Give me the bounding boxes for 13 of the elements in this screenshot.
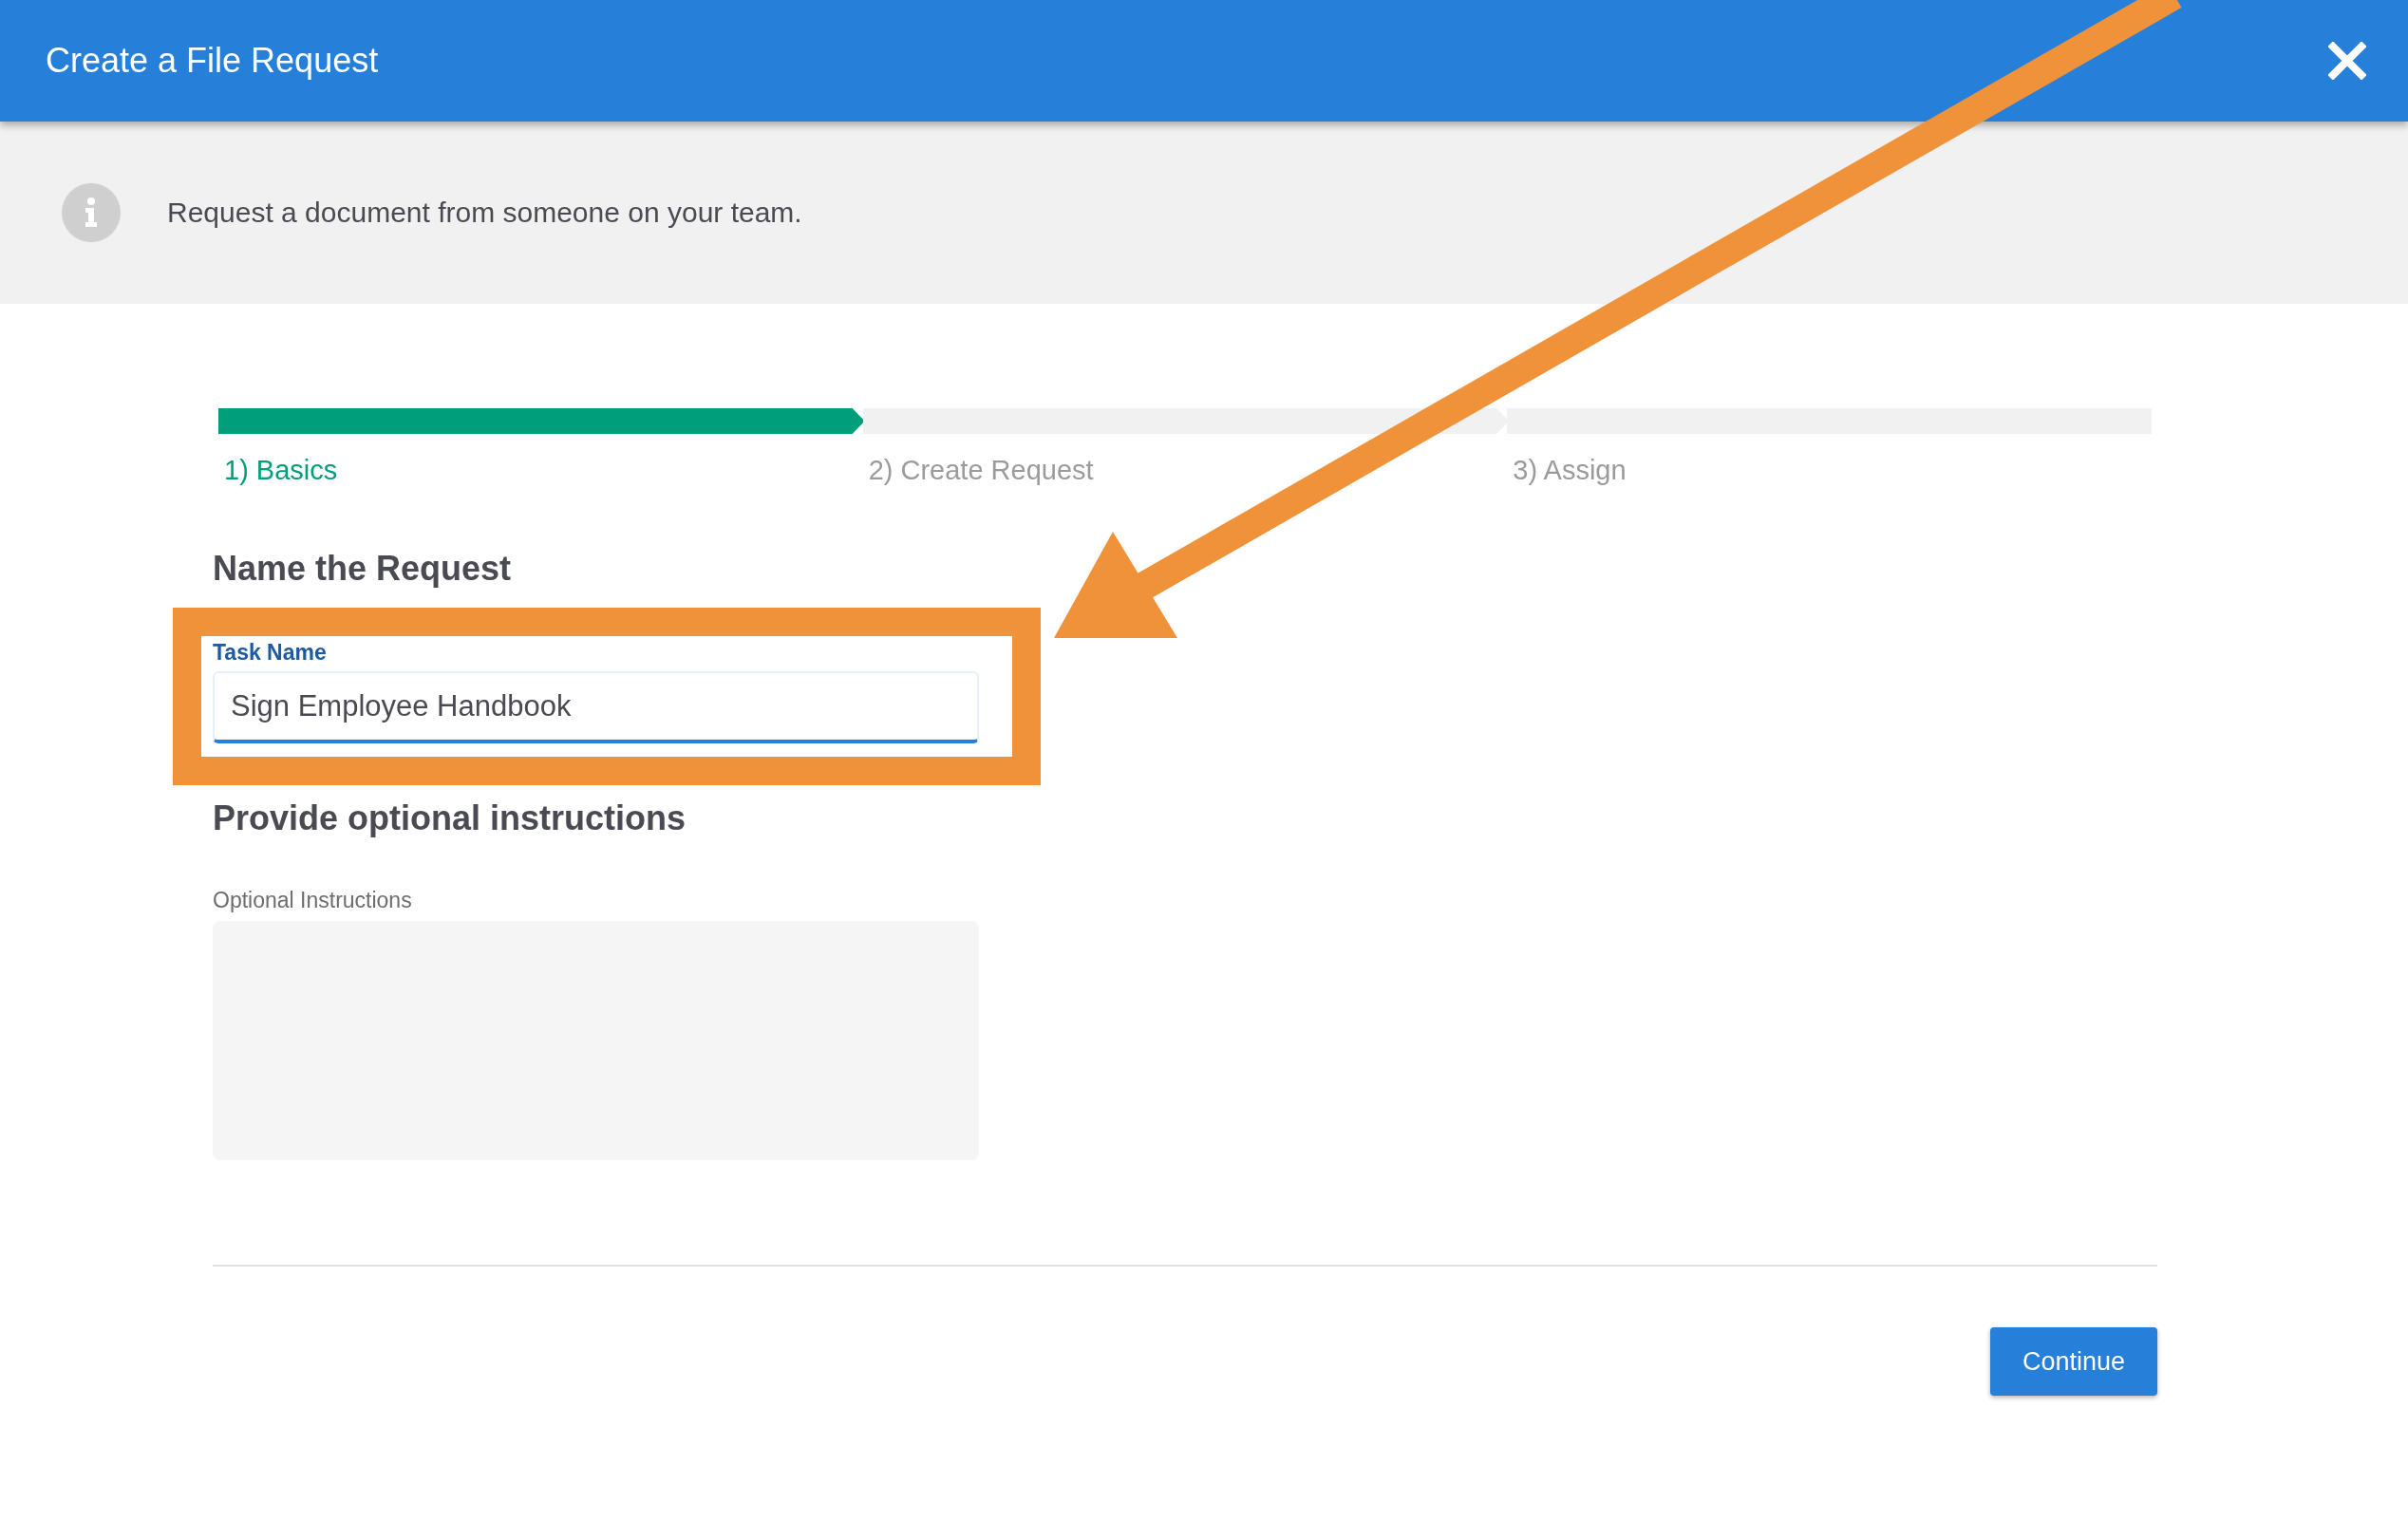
field-label: Task Name bbox=[213, 640, 328, 666]
field-label: Optional Instructions bbox=[213, 888, 413, 913]
close-icon bbox=[2328, 42, 2366, 80]
step-label: 1) Basics bbox=[223, 455, 339, 486]
section-heading: Provide optional instructions bbox=[213, 798, 687, 838]
step-label: 3) Assign bbox=[1512, 455, 1627, 486]
section-heading: Name the Request bbox=[213, 549, 513, 589]
task-name-field[interactable]: Sign Employee Handbook bbox=[213, 671, 979, 743]
step-label: 2) Create Request bbox=[867, 455, 1095, 486]
continue-button[interactable]: Continue bbox=[1990, 1327, 2157, 1396]
dialog-title: Create a File Request bbox=[46, 41, 379, 81]
info-text: Request a document from someone on your team. bbox=[167, 197, 802, 229]
info-icon bbox=[62, 183, 121, 242]
